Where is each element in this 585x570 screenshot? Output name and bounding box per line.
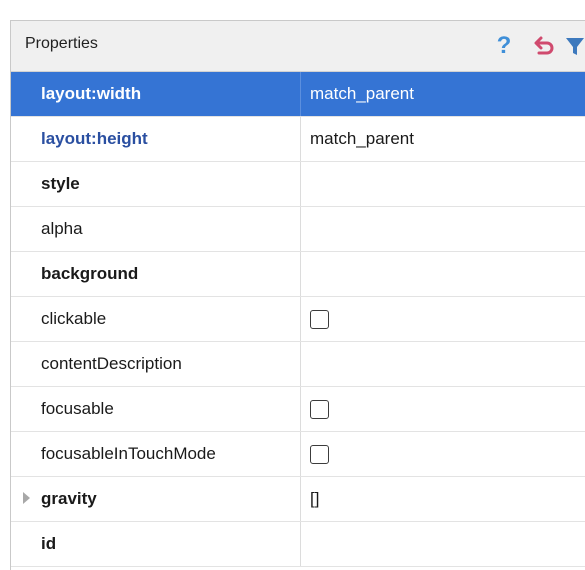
property-value[interactable]: [] (301, 477, 585, 521)
property-row-id[interactable]: id (11, 522, 585, 567)
properties-panel: Properties ? layout:width match_parent l… (10, 20, 585, 570)
restore-default-icon[interactable] (524, 29, 564, 63)
property-value (301, 387, 585, 431)
property-row-clickable[interactable]: clickable (11, 297, 585, 342)
help-icon[interactable]: ? (484, 29, 524, 63)
property-name: focusableInTouchMode (11, 432, 301, 476)
focusable-checkbox[interactable] (310, 399, 329, 419)
property-name: contentDescription (11, 342, 301, 386)
property-value (301, 297, 585, 341)
property-value[interactable] (301, 522, 585, 566)
property-name: layout:height (11, 117, 301, 161)
properties-header: Properties ? (11, 21, 585, 72)
property-value[interactable]: match_parent (301, 117, 585, 161)
property-name: style (11, 162, 301, 206)
property-row-style[interactable]: style (11, 162, 585, 207)
property-name: layout:width (11, 72, 301, 116)
property-row-layout-width[interactable]: layout:width match_parent (11, 72, 585, 117)
property-name: id (11, 522, 301, 566)
property-value[interactable] (301, 342, 585, 386)
property-row-layout-height[interactable]: layout:height match_parent (11, 117, 585, 162)
filter-icon[interactable] (564, 29, 585, 63)
property-name: alpha (11, 207, 301, 251)
property-table: layout:width match_parent layout:height … (11, 72, 585, 567)
property-value[interactable] (301, 252, 585, 296)
focusable-in-touch-mode-checkbox[interactable] (310, 444, 329, 464)
property-row-alpha[interactable]: alpha (11, 207, 585, 252)
property-value (301, 432, 585, 476)
header-toolbar: ? (484, 29, 585, 63)
property-name: background (11, 252, 301, 296)
panel-title: Properties (25, 35, 98, 52)
property-value[interactable]: match_parent (301, 72, 585, 116)
property-row-focusable-in-touch-mode[interactable]: focusableInTouchMode (11, 432, 585, 477)
property-name: gravity (11, 477, 301, 521)
property-name-label: gravity (41, 489, 97, 508)
property-value[interactable] (301, 162, 585, 206)
property-name: focusable (11, 387, 301, 431)
property-row-background[interactable]: background (11, 252, 585, 297)
property-row-gravity[interactable]: gravity [] (11, 477, 585, 522)
property-value[interactable] (301, 207, 585, 251)
clickable-checkbox[interactable] (310, 309, 329, 329)
property-row-focusable[interactable]: focusable (11, 387, 585, 432)
expand-arrow-icon[interactable] (23, 492, 30, 504)
property-row-content-description[interactable]: contentDescription (11, 342, 585, 387)
property-name: clickable (11, 297, 301, 341)
